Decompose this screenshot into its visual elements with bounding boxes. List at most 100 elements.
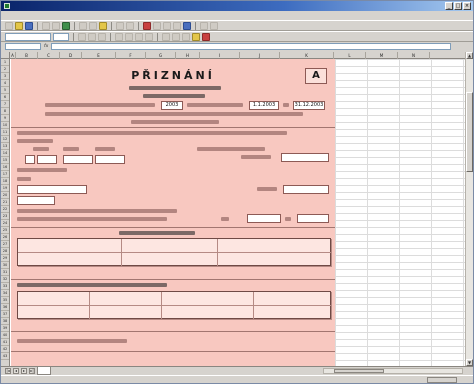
horizontal-scroll-thumb[interactable] xyxy=(334,369,384,373)
open-folder-icon[interactable] xyxy=(15,21,23,30)
column-header[interactable]: G xyxy=(146,52,176,59)
column-header[interactable]: L xyxy=(334,52,366,59)
table-cell[interactable] xyxy=(162,292,254,306)
column-header[interactable]: C xyxy=(38,52,60,59)
academic-title-field[interactable] xyxy=(283,185,329,194)
sort-ascending-icon[interactable] xyxy=(163,21,171,30)
first-name-field[interactable] xyxy=(17,196,55,205)
table-cell[interactable] xyxy=(90,306,162,320)
font-name-select[interactable] xyxy=(5,32,51,41)
align-center-icon[interactable] xyxy=(125,32,133,41)
row-header[interactable]: 39 xyxy=(1,325,9,332)
row-header[interactable]: 43 xyxy=(1,353,9,360)
column-header[interactable]: F xyxy=(116,52,146,59)
row-header[interactable]: 25 xyxy=(1,227,9,234)
spellcheck-icon[interactable] xyxy=(62,21,70,30)
row-header[interactable]: 16 xyxy=(1,164,9,171)
new-file-icon[interactable] xyxy=(5,21,13,30)
cut-icon[interactable] xyxy=(79,21,87,30)
close-button[interactable]: × xyxy=(463,2,471,10)
hyperlink-icon[interactable] xyxy=(143,21,151,30)
scroll-down-icon[interactable]: ▼ xyxy=(466,359,473,366)
next-sheet-icon[interactable]: ▸ xyxy=(21,368,27,374)
table-cell[interactable] xyxy=(90,292,162,306)
sheet-tab[interactable] xyxy=(37,367,51,375)
empty-cell-grid[interactable] xyxy=(335,59,465,366)
bold-icon[interactable] xyxy=(78,32,86,41)
row-header[interactable]: 3 xyxy=(1,73,9,80)
row-header[interactable]: 9 xyxy=(1,115,9,122)
table-cell[interactable] xyxy=(122,239,218,253)
row-header[interactable]: 12 xyxy=(1,136,9,143)
row-header[interactable]: 15 xyxy=(1,157,9,164)
row-header[interactable]: 17 xyxy=(1,171,9,178)
table-cell[interactable] xyxy=(218,253,332,267)
column-header[interactable]: B xyxy=(16,52,38,59)
column-header[interactable]: K xyxy=(280,52,334,59)
row-header[interactable]: 30 xyxy=(1,262,9,269)
column-header[interactable]: M xyxy=(366,52,398,59)
row-header[interactable]: 8 xyxy=(1,108,9,115)
column-header[interactable]: D xyxy=(60,52,82,59)
row-header[interactable]: 11 xyxy=(1,129,9,136)
period-to-field[interactable]: 31.12.2003 xyxy=(293,101,325,110)
row-header[interactable]: 6 xyxy=(1,94,9,101)
row-header[interactable]: 22 xyxy=(1,206,9,213)
row-header[interactable]: 20 xyxy=(1,192,9,199)
phone-field[interactable] xyxy=(297,214,329,223)
row-header[interactable]: 13 xyxy=(1,143,9,150)
currency-icon[interactable] xyxy=(162,32,170,41)
row-header[interactable]: 33 xyxy=(1,283,9,290)
scroll-up-icon[interactable]: ▲ xyxy=(466,52,473,59)
last-sheet-icon[interactable]: ▸| xyxy=(29,368,35,374)
row-header[interactable]: 24 xyxy=(1,220,9,227)
table-cell[interactable] xyxy=(218,239,332,253)
column-header[interactable]: J xyxy=(240,52,280,59)
font-size-select[interactable] xyxy=(53,32,69,41)
fill-color-icon[interactable] xyxy=(192,32,200,41)
period-from-field[interactable]: 1.1.2003 xyxy=(249,101,279,110)
scroll-thumb[interactable] xyxy=(466,92,473,172)
tax-id-part-3[interactable] xyxy=(95,155,125,164)
save-icon[interactable] xyxy=(25,21,33,30)
merge-center-icon[interactable] xyxy=(145,32,153,41)
align-right-icon[interactable] xyxy=(135,32,143,41)
tax-year-field[interactable]: 2003 xyxy=(161,101,183,110)
print-icon[interactable] xyxy=(42,21,50,30)
row-header[interactable]: 32 xyxy=(1,276,9,283)
birth-number-field[interactable] xyxy=(281,153,329,162)
row-header[interactable]: 14 xyxy=(1,150,9,157)
zoom-icon[interactable] xyxy=(200,21,208,30)
percent-icon[interactable] xyxy=(172,32,180,41)
undo-icon[interactable] xyxy=(116,21,124,30)
column-header[interactable]: N xyxy=(398,52,430,59)
row-header[interactable]: 37 xyxy=(1,311,9,318)
borders-icon[interactable] xyxy=(182,32,190,41)
row-header[interactable]: 38 xyxy=(1,318,9,325)
row-header[interactable]: 31 xyxy=(1,269,9,276)
function-icon[interactable]: fx xyxy=(44,44,48,49)
maximize-button[interactable]: □ xyxy=(454,2,462,10)
postcode-field[interactable] xyxy=(247,214,281,223)
prev-sheet-icon[interactable]: ◂ xyxy=(13,368,19,374)
row-header[interactable]: 23 xyxy=(1,213,9,220)
row-header[interactable]: 21 xyxy=(1,199,9,206)
print-preview-icon[interactable] xyxy=(52,21,60,30)
underline-icon[interactable] xyxy=(98,32,106,41)
column-header[interactable]: E xyxy=(82,52,116,59)
tax-id-part-1[interactable] xyxy=(37,155,57,164)
row-header[interactable]: 5 xyxy=(1,87,9,94)
column-header[interactable]: H xyxy=(176,52,200,59)
row-header[interactable]: 26 xyxy=(1,234,9,241)
row-header[interactable]: 19 xyxy=(1,185,9,192)
checkbox-1[interactable] xyxy=(25,155,35,164)
table-cell[interactable] xyxy=(18,306,90,320)
table-cell[interactable] xyxy=(18,253,122,267)
row-header[interactable]: 28 xyxy=(1,248,9,255)
font-color-icon[interactable] xyxy=(202,32,210,41)
row-header[interactable]: 4 xyxy=(1,80,9,87)
row-header[interactable]: 34 xyxy=(1,290,9,297)
table-cell[interactable] xyxy=(162,306,254,320)
tax-id-part-2[interactable] xyxy=(63,155,93,164)
formula-input[interactable] xyxy=(51,43,452,50)
